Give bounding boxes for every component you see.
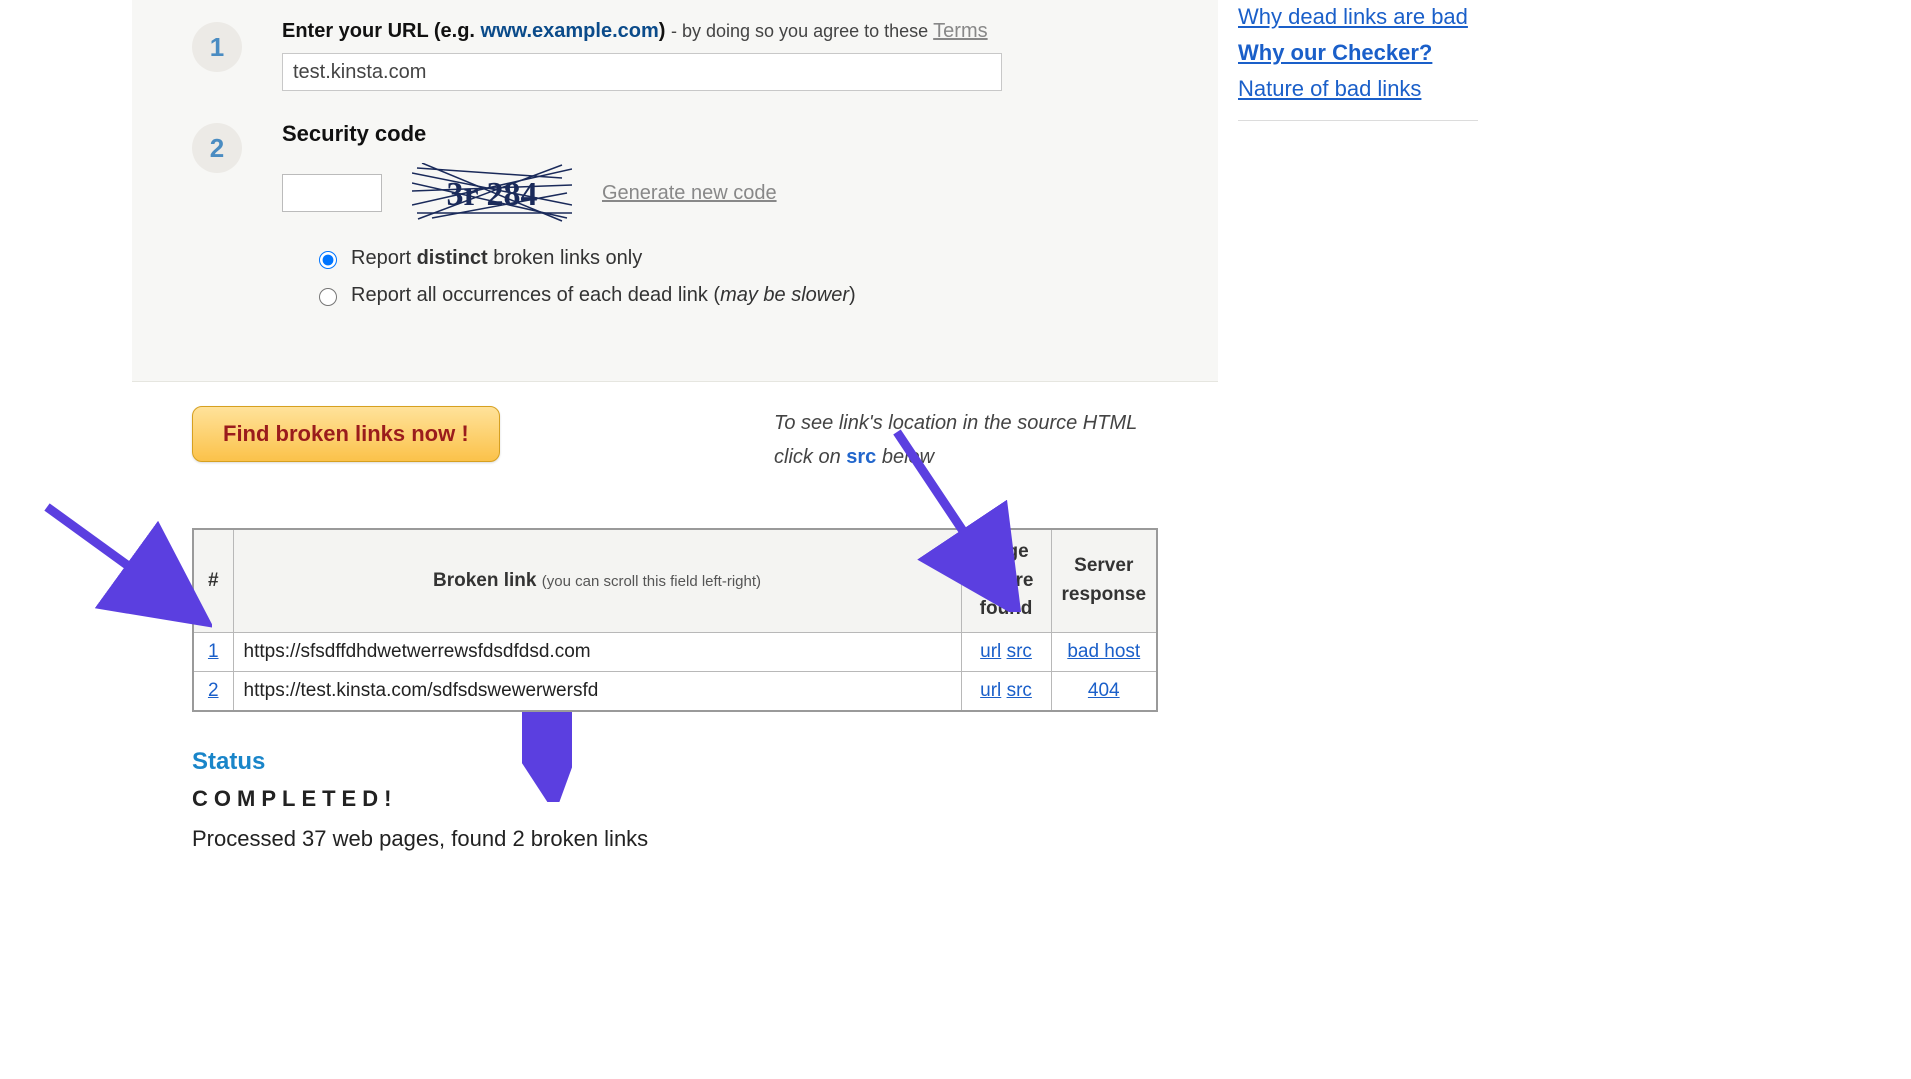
step-badge-2: 2 [192, 123, 242, 173]
captcha-image: 3r 284 [412, 163, 572, 223]
radio-all[interactable]: Report all occurrences of each dead link… [314, 284, 1158, 307]
col-header-number: # [193, 529, 233, 632]
status-title: Status [192, 748, 1158, 776]
broken-link-cell: https://test.kinsta.com/sdfsdswewerwersf… [233, 671, 961, 711]
col-header-page: Page where found [961, 529, 1051, 632]
sidebar-link-why-checker[interactable]: Why our Checker? [1238, 40, 1638, 66]
col-header-response: Server response [1051, 529, 1157, 632]
radio-distinct-input[interactable] [319, 251, 337, 269]
url-input[interactable] [282, 53, 1002, 91]
row-response-link[interactable]: 404 [1088, 680, 1120, 701]
step1-label: Enter your URL (e.g. www.example.com) - … [282, 20, 1158, 43]
sidebar: Why dead links are bad Why our Checker? … [1238, 0, 1638, 121]
row-number-link[interactable]: 1 [208, 641, 219, 662]
radio-distinct[interactable]: Report distinct broken links only [314, 247, 1158, 270]
status-completed: COMPLETED! [192, 786, 1158, 812]
col-header-link: Broken link (you can scroll this field l… [233, 529, 961, 632]
table-row: 2 https://test.kinsta.com/sdfsdswewerwer… [193, 671, 1157, 711]
hint-text: To see link's location in the source HTM… [774, 406, 1174, 474]
results-table: # Broken link (you can scroll this field… [192, 528, 1158, 712]
table-row: 1 https://sfsdffdhdwetwerrewsfdsdfdsd.co… [193, 632, 1157, 671]
radio-all-input[interactable] [319, 288, 337, 306]
step2-label: Security code [282, 121, 1158, 147]
broken-link-cell: https://sfsdffdhdwetwerrewsfdsdfdsd.com [233, 632, 961, 671]
row-response-link[interactable]: bad host [1067, 641, 1140, 662]
row-url-link[interactable]: url [980, 641, 1001, 662]
sidebar-link-dead-links-bad[interactable]: Why dead links are bad [1238, 4, 1638, 30]
find-broken-links-button[interactable]: Find broken links now ! [192, 406, 500, 462]
row-src-link[interactable]: src [1007, 641, 1032, 662]
row-url-link[interactable]: url [980, 680, 1001, 701]
security-code-input[interactable] [282, 174, 382, 212]
status-summary: Processed 37 web pages, found 2 broken l… [192, 826, 1158, 852]
terms-link[interactable]: Terms [933, 20, 987, 42]
row-src-link[interactable]: src [1007, 680, 1032, 701]
svg-text:3r 284: 3r 284 [447, 176, 538, 213]
row-number-link[interactable]: 2 [208, 680, 219, 701]
annotation-arrow-icon [42, 502, 212, 632]
sidebar-separator [1238, 120, 1478, 121]
step-badge-1: 1 [192, 22, 242, 72]
generate-code-link[interactable]: Generate new code [602, 182, 777, 205]
sidebar-link-nature-bad-links[interactable]: Nature of bad links [1238, 76, 1638, 102]
